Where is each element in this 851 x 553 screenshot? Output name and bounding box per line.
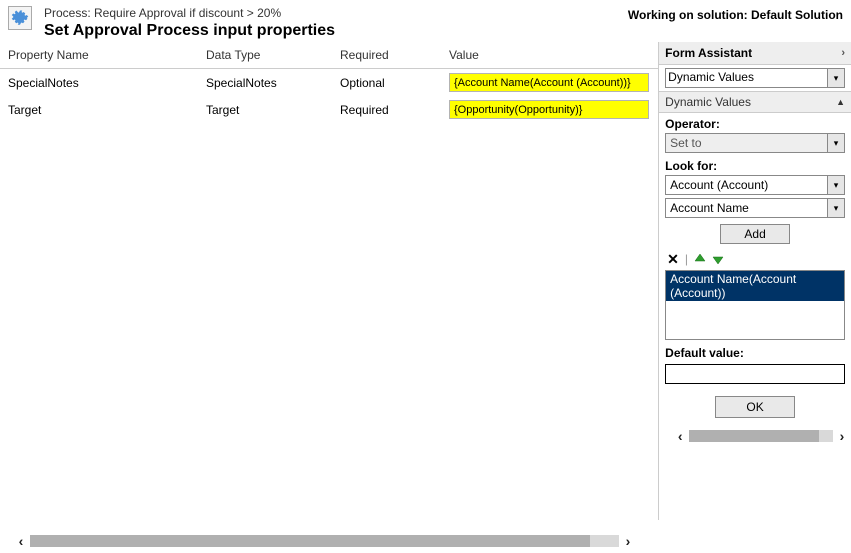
dynamic-values-section[interactable]: Dynamic Values bbox=[665, 95, 751, 109]
move-up-icon[interactable] bbox=[694, 252, 706, 266]
required-cell: Required bbox=[340, 103, 449, 117]
working-on-solution: Working on solution: Default Solution bbox=[628, 6, 843, 22]
lookfor-attribute-select[interactable]: Account Name bbox=[665, 198, 828, 218]
scroll-left-icon[interactable]: ‹ bbox=[671, 428, 689, 444]
property-table-header: Property Name Data Type Required Value bbox=[0, 42, 658, 69]
required-cell: Optional bbox=[340, 76, 449, 90]
horizontal-scrollbar[interactable]: ‹ › bbox=[671, 428, 851, 444]
dropdown-icon[interactable]: ▾ bbox=[827, 198, 845, 218]
form-assistant-title: Form Assistant bbox=[665, 46, 752, 60]
property-row[interactable]: SpecialNotes SpecialNotes Optional {Acco… bbox=[0, 69, 658, 96]
data-type-cell: SpecialNotes bbox=[206, 76, 340, 90]
operator-label: Operator: bbox=[665, 117, 845, 131]
page-title: Set Approval Process input properties bbox=[44, 22, 628, 40]
value-input-target[interactable]: {Opportunity(Opportunity)} bbox=[449, 100, 649, 119]
dynamic-values-select[interactable]: Dynamic Values bbox=[665, 68, 828, 88]
lookfor-entity-select[interactable]: Account (Account) bbox=[665, 175, 828, 195]
move-down-icon[interactable] bbox=[712, 252, 724, 266]
scroll-right-icon[interactable]: › bbox=[619, 533, 637, 549]
scroll-right-icon[interactable]: › bbox=[833, 428, 851, 444]
process-label: Process: Require Approval if discount > … bbox=[44, 6, 628, 20]
chevron-right-icon[interactable]: › bbox=[841, 47, 845, 59]
gear-icon bbox=[8, 6, 32, 30]
col-data-type: Data Type bbox=[206, 48, 340, 62]
delete-icon[interactable]: ✕ bbox=[667, 252, 679, 266]
lookfor-label: Look for: bbox=[665, 159, 845, 173]
separator: | bbox=[685, 252, 688, 266]
default-value-input[interactable] bbox=[665, 364, 845, 384]
selected-items-list[interactable]: Account Name(Account (Account)) bbox=[665, 270, 845, 340]
data-type-cell: Target bbox=[206, 103, 340, 117]
horizontal-scrollbar[interactable]: ‹ › bbox=[12, 533, 637, 549]
property-name-cell: SpecialNotes bbox=[8, 76, 206, 90]
col-value: Value bbox=[449, 48, 650, 62]
list-item[interactable]: Account Name(Account (Account)) bbox=[666, 271, 844, 301]
scroll-left-icon[interactable]: ‹ bbox=[12, 533, 30, 549]
collapse-icon[interactable]: ▲ bbox=[836, 97, 845, 107]
property-name-cell: Target bbox=[8, 103, 206, 117]
col-required: Required bbox=[340, 48, 449, 62]
ok-button[interactable]: OK bbox=[715, 396, 795, 418]
col-property-name: Property Name bbox=[8, 48, 206, 62]
form-assistant-panel: Form Assistant › Dynamic Values ▾ Dynami… bbox=[658, 42, 851, 520]
operator-select[interactable]: Set to bbox=[665, 133, 828, 153]
default-value-label: Default value: bbox=[665, 346, 845, 360]
dropdown-icon[interactable]: ▾ bbox=[827, 175, 845, 195]
dropdown-icon[interactable]: ▾ bbox=[827, 68, 845, 88]
property-row[interactable]: Target Target Required {Opportunity(Oppo… bbox=[0, 96, 658, 123]
value-input-specialnotes[interactable]: {Account Name(Account (Account))} bbox=[449, 73, 649, 92]
add-button[interactable]: Add bbox=[720, 224, 790, 244]
dropdown-icon[interactable]: ▾ bbox=[827, 133, 845, 153]
